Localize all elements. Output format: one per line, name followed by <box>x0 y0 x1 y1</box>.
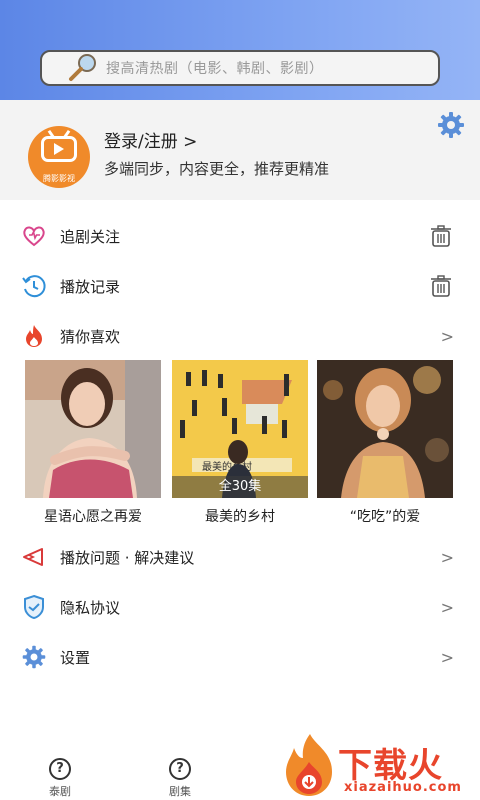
trash-icon[interactable] <box>428 223 454 249</box>
chevron-right-icon: > <box>440 326 454 346</box>
tab-label: 泰剧 <box>49 785 71 798</box>
tab-series[interactable]: ? 剧集 <box>150 758 210 799</box>
question-icon: ? <box>49 758 71 780</box>
megaphone-icon <box>20 543 48 571</box>
flame-icon <box>20 322 48 350</box>
menu-follow-label: 追剧关注 <box>60 227 121 246</box>
menu-history[interactable]: 播放记录 <box>0 261 480 311</box>
history-clock-icon <box>20 272 48 300</box>
poster-image: 最美的乡村 全30集 <box>172 360 308 498</box>
chevron-right-icon: > <box>440 547 454 567</box>
login-register-link[interactable]: 登录/注册 > <box>104 127 197 152</box>
play-icon <box>54 143 64 155</box>
question-icon: ? <box>169 758 191 780</box>
watermark-logo: 下载火 xiazaihuo.com <box>280 730 480 800</box>
recommendation-title: 星语心愿之再爱 <box>44 509 142 525</box>
recommendation-title: “吃吃”的爱 <box>349 509 421 525</box>
recommendation-card[interactable]: 星语心愿之再爱 <box>25 360 161 526</box>
menu-settings[interactable]: 设置 > <box>0 632 480 682</box>
menu-settings-label: 设置 <box>60 648 91 667</box>
chevron-right-icon: > <box>440 647 454 667</box>
tab-label: 剧集 <box>169 785 191 798</box>
menu-playback-problems-label: 播放问题 · 解决建议 <box>60 548 195 567</box>
menu-privacy-label: 隐私协议 <box>60 598 121 617</box>
recommendation-list: 星语心愿之再爱 最美的乡村 全30集 最美的乡村 “吃吃”的爱 <box>25 360 455 530</box>
menu-history-label: 播放记录 <box>60 277 121 296</box>
menu-follow[interactable]: 追剧关注 <box>0 211 480 261</box>
avatar[interactable]: 腾影影视 <box>28 126 90 188</box>
menu-guess-label: 猜你喜欢 <box>60 327 121 346</box>
search-placeholder: 搜高清热剧（电影、韩剧、影剧） <box>106 61 324 77</box>
avatar-brand: 腾影影视 <box>43 174 75 183</box>
profile-card[interactable]: 腾影影视 登录/注册 > 多端同步，内容更全，推荐更精准 <box>0 100 480 200</box>
shield-check-icon <box>20 593 48 621</box>
poster-image <box>317 360 453 498</box>
recommendation-card[interactable]: “吃吃”的爱 <box>317 360 453 526</box>
settings-gear-icon[interactable] <box>436 110 466 140</box>
episode-count-badge: 全30集 <box>172 476 308 498</box>
poster-image <box>25 360 161 498</box>
trash-icon[interactable] <box>428 273 454 299</box>
menu-guess[interactable]: 猜你喜欢 > <box>0 311 480 361</box>
profile-subtitle: 多端同步，内容更全，推荐更精准 <box>104 160 330 178</box>
chevron-right-icon: > <box>440 597 454 617</box>
tab-thai-drama[interactable]: ? 泰剧 <box>30 758 90 799</box>
gear-icon <box>20 643 48 671</box>
header-bar: 搜高清热剧（电影、韩剧、影剧） <box>0 0 480 100</box>
search-icon <box>66 51 100 85</box>
recommendation-title: 最美的乡村 <box>205 509 275 525</box>
menu-playback-problems[interactable]: 播放问题 · 解决建议 > <box>0 532 480 582</box>
menu-privacy[interactable]: 隐私协议 > <box>0 582 480 632</box>
heart-icon <box>20 222 48 250</box>
search-input[interactable]: 搜高清热剧（电影、韩剧、影剧） <box>40 50 440 86</box>
recommendation-card[interactable]: 最美的乡村 全30集 最美的乡村 <box>172 360 308 526</box>
fire-logo-icon <box>286 734 332 796</box>
watermark-url: xiazaihuo.com <box>344 780 462 795</box>
